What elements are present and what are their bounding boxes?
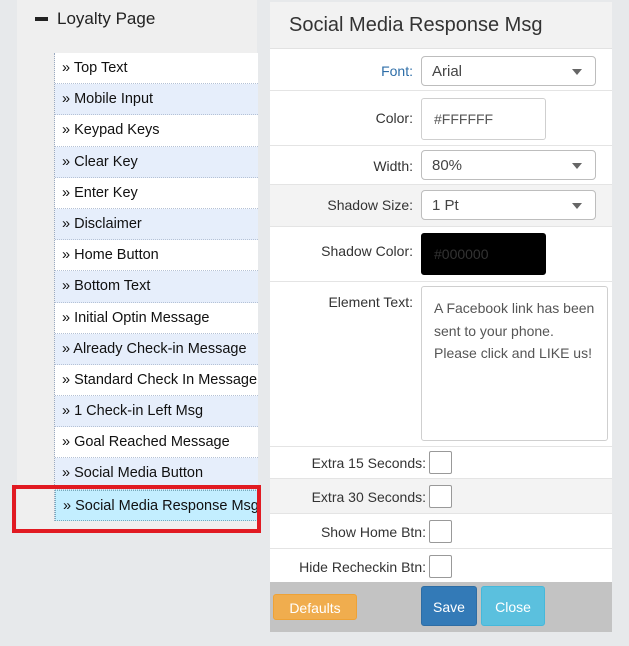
width-row: Width: 80%: [270, 146, 612, 185]
tree-item-top-text[interactable]: » Top Text: [55, 53, 258, 85]
shadow-color-label: Shadow Color:: [321, 243, 413, 259]
extra30-row: Extra 30 Seconds:: [270, 479, 612, 514]
properties-panel: Social Media Response Msg Font: Arial Co…: [270, 2, 612, 632]
shadow-color-input[interactable]: #000000: [421, 233, 546, 275]
font-row: Font: Arial: [270, 49, 612, 91]
chevron-down-icon: [572, 69, 582, 75]
tree-item-already-checkin-message[interactable]: » Already Check-in Message: [55, 333, 258, 365]
tree-item-list: » Top Text » Mobile Input » Keypad Keys …: [54, 53, 258, 521]
hide-recheckin-row: Hide Recheckin Btn:: [270, 549, 612, 582]
width-select-value: 80%: [432, 157, 463, 174]
color-input[interactable]: #FFFFFF: [421, 98, 546, 140]
font-select-value: Arial: [432, 63, 463, 80]
shadow-size-label: Shadow Size:: [327, 197, 413, 213]
font-label: Font:: [381, 63, 413, 79]
color-label: Color:: [375, 110, 413, 126]
tree-item-disclaimer[interactable]: » Disclaimer: [55, 208, 258, 241]
font-select[interactable]: Arial: [421, 56, 596, 86]
selection-highlight-box: [12, 485, 261, 533]
panel-title: Social Media Response Msg: [270, 2, 612, 49]
extra30-label: Extra 30 Seconds:: [311, 489, 426, 505]
tree-item-1-checkin-left-msg[interactable]: » 1 Check-in Left Msg: [55, 396, 258, 428]
shadow-size-row: Shadow Size: 1 Pt: [270, 185, 612, 227]
close-button[interactable]: Close: [481, 586, 545, 626]
save-button[interactable]: Save: [421, 586, 477, 626]
tree-item-goal-reached-message[interactable]: » Goal Reached Message: [55, 427, 258, 459]
width-select[interactable]: 80%: [421, 150, 596, 180]
show-home-row: Show Home Btn:: [270, 514, 612, 549]
tree-item-enter-key[interactable]: » Enter Key: [55, 177, 258, 209]
element-text-label: Element Text:: [328, 294, 413, 310]
element-text-row: Element Text: A Facebook link has been s…: [270, 282, 612, 447]
collapse-minus-icon[interactable]: [35, 17, 48, 21]
hide-recheckin-label: Hide Recheckin Btn:: [299, 559, 426, 575]
tree-item-initial-optin-message[interactable]: » Initial Optin Message: [55, 302, 258, 334]
tree-item-clear-key[interactable]: » Clear Key: [55, 146, 258, 178]
width-label: Width:: [373, 158, 413, 174]
chevron-down-icon: [572, 163, 582, 169]
defaults-button[interactable]: Defaults: [273, 594, 357, 620]
tree-item-mobile-input[interactable]: » Mobile Input: [55, 84, 258, 116]
extra15-checkbox[interactable]: [429, 451, 452, 474]
color-row: Color: #FFFFFF: [270, 91, 612, 146]
tree-item-home-button[interactable]: » Home Button: [55, 240, 258, 272]
shadow-color-row: Shadow Color: #000000: [270, 227, 612, 282]
tree-item-standard-checkin-message[interactable]: » Standard Check In Message: [55, 364, 258, 397]
element-tree-panel: Loyalty Page » Top Text » Mobile Input »…: [17, 0, 258, 530]
element-text-textarea[interactable]: A Facebook link has been sent to your ph…: [421, 286, 608, 441]
show-home-checkbox[interactable]: [429, 520, 452, 543]
extra30-checkbox[interactable]: [429, 485, 452, 508]
extra15-row: Extra 15 Seconds:: [270, 447, 612, 479]
panel-footer: Defaults Save Close: [270, 582, 612, 632]
tree-item-bottom-text[interactable]: » Bottom Text: [55, 271, 258, 303]
tree-item-keypad-keys[interactable]: » Keypad Keys: [55, 115, 258, 147]
shadow-size-select[interactable]: 1 Pt: [421, 190, 596, 220]
tree-group-label: Loyalty Page: [57, 9, 156, 28]
shadow-size-select-value: 1 Pt: [432, 197, 459, 214]
tree-group-loyalty-page[interactable]: Loyalty Page: [35, 8, 155, 30]
show-home-label: Show Home Btn:: [320, 524, 426, 540]
chevron-down-icon: [572, 203, 582, 209]
extra15-label: Extra 15 Seconds:: [311, 455, 426, 471]
hide-recheckin-checkbox[interactable]: [429, 555, 452, 578]
